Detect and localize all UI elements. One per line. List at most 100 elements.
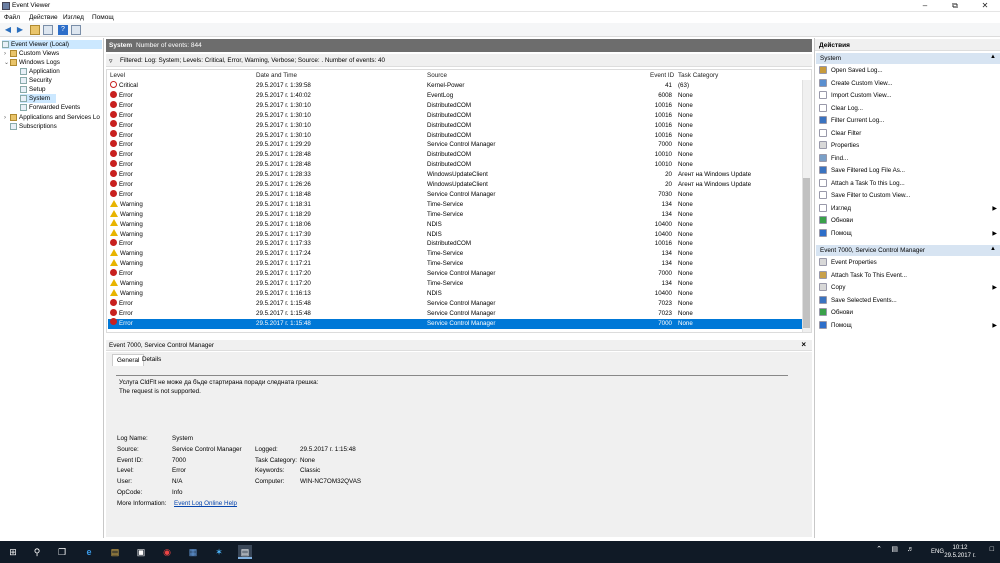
scrollbar-thumb[interactable] (803, 178, 810, 328)
action-item[interactable]: Open Saved Log... (817, 65, 999, 77)
table-row[interactable]: Warning 29.5.2017 г. 1:16:13 NDIS 10400 None (108, 288, 802, 299)
table-row[interactable]: Error 29.5.2017 г. 1:17:20 Service Control… (108, 268, 802, 279)
action-item[interactable]: Event Properties (817, 257, 999, 269)
action-item[interactable]: Save Selected Events... (817, 295, 999, 307)
close-detail-icon[interactable]: × (801, 340, 806, 349)
maximize-button[interactable]: ⧉ (940, 0, 970, 12)
table-row[interactable]: Error 29.5.2017 г. 1:26:26 WindowsUpdateCl… (108, 179, 802, 190)
action-item[interactable]: Save Filter to Custom View... (817, 190, 999, 202)
tab-details[interactable]: Details (138, 354, 165, 366)
table-row[interactable]: Error 29.5.2017 г. 1:40:02 EventLog 6008 Non… (108, 90, 802, 101)
table-row[interactable]: Error 29.5.2017 г. 1:30:10 DistributedCOM 1… (108, 120, 802, 131)
tree-item-system[interactable]: System (20, 94, 56, 103)
table-row[interactable]: Error 29.5.2017 г. 1:18:48 Service Control… (108, 189, 802, 200)
menu-action[interactable]: Действие (29, 14, 58, 21)
app-icon[interactable]: ▦ (186, 545, 200, 559)
help-icon[interactable]: ? (58, 25, 68, 35)
tree-item-security[interactable]: Security (20, 76, 52, 85)
app-icon[interactable]: ✶ (212, 545, 226, 559)
action-item[interactable]: Properties (817, 140, 999, 152)
action-item[interactable]: Clear Log... (817, 103, 999, 115)
action-item[interactable]: Copy ▶ (817, 282, 999, 294)
store-icon[interactable]: ▣ (134, 545, 148, 559)
table-row[interactable]: Warning 29.5.2017 г. 1:18:31 Time-Service 1… (108, 199, 802, 210)
action-item[interactable]: Clear Filter (817, 128, 999, 140)
actions-section-event[interactable]: Event 7000, Service Control Manager ▲ (816, 245, 1000, 256)
tree-item-apps-services[interactable]: › Applications and Services Lo (4, 113, 100, 122)
table-row[interactable]: Error 29.5.2017 г. 1:29:29 Service Control… (108, 140, 802, 150)
table-row[interactable]: Warning 29.5.2017 г. 1:17:21 Time-Service 1… (108, 259, 802, 269)
event-viewer-taskbar-icon[interactable]: ▤ (238, 545, 252, 559)
menu-help[interactable]: Помощ (92, 14, 114, 21)
table-row[interactable]: Error 29.5.2017 г. 1:28:48 DistributedCOM 1… (108, 150, 802, 160)
network-icon[interactable]: ▤ (891, 546, 898, 554)
minimize-button[interactable]: – (910, 0, 940, 12)
action-item[interactable]: Attach Task To This Event... (817, 270, 999, 282)
table-row[interactable]: Warning 29.5.2017 г. 1:17:39 NDIS 10400 None (108, 229, 802, 240)
table-row[interactable]: Error 29.5.2017 г. 1:28:48 DistributedCOM 1… (108, 160, 802, 170)
table-row[interactable]: Error 29.5.2017 г. 1:28:33 WindowsUpdateCl… (108, 169, 802, 180)
action-item[interactable]: Помощ ▶ (817, 320, 999, 332)
table-row[interactable]: Critical 29.5.2017 г. 1:39:58 Kernel-Power… (108, 80, 802, 91)
column-header-source[interactable]: Source (427, 72, 447, 79)
action-item[interactable]: Помощ ▶ (817, 228, 999, 240)
back-arrow-icon[interactable]: ◀ (3, 25, 13, 35)
forward-arrow-icon[interactable]: ▶ (15, 25, 25, 35)
volume-icon[interactable]: ♬ (907, 546, 914, 554)
file-explorer-icon[interactable]: ▤ (108, 545, 122, 559)
action-item[interactable]: Изглед ▶ (817, 203, 999, 215)
table-row[interactable]: Error 29.5.2017 г. 1:30:10 DistributedCOM 1… (108, 130, 802, 141)
action-item[interactable]: Обнови (817, 215, 999, 227)
action-item[interactable]: Filter Current Log... (817, 115, 999, 127)
table-row[interactable]: Error 29.5.2017 г. 1:30:10 DistributedCOM 1… (108, 110, 802, 121)
action-item[interactable]: Attach a Task To this Log... (817, 178, 999, 190)
actions-section-system[interactable]: System ▲ (816, 53, 1000, 64)
table-row[interactable]: Warning 29.5.2017 г. 1:18:29 Time-Service 1… (108, 209, 802, 220)
clock[interactable]: 10:12 29.5.2017 г. (940, 544, 980, 560)
action-item[interactable]: Import Custom View... (817, 90, 999, 102)
search-icon[interactable]: ⚲ (30, 545, 44, 559)
collapse-icon[interactable]: ▲ (990, 54, 996, 60)
action-item[interactable]: Обнови (817, 307, 999, 319)
cell-event-id: 134 (661, 250, 672, 258)
table-row[interactable]: Error 29.5.2017 г. 1:15:48 Service Control… (108, 318, 802, 329)
start-windows-icon[interactable]: ⊞ (6, 545, 20, 559)
menu-file[interactable]: Файл (4, 14, 20, 21)
folder-icon[interactable] (30, 25, 40, 35)
table-row[interactable]: Warning 29.5.2017 г. 1:17:20 Time-Service 1… (108, 278, 802, 289)
action-item[interactable]: Save Filtered Log File As... (817, 165, 999, 177)
tree-item-setup[interactable]: Setup (20, 85, 45, 94)
table-row[interactable]: Error 29.5.2017 г. 1:15:48 Service Control… (108, 308, 802, 319)
table-row[interactable]: Error 29.5.2017 г. 1:17:33 DistributedCOM 1… (108, 239, 802, 249)
task-view-icon[interactable]: ❐ (55, 545, 69, 559)
action-pane-icon[interactable] (71, 25, 81, 35)
event-log-help-link[interactable]: Event Log Online Help (174, 500, 237, 507)
notifications-icon[interactable]: □ (990, 546, 994, 554)
console-tree-icon[interactable] (43, 25, 53, 35)
table-row[interactable]: Warning 29.5.2017 г. 1:18:06 NDIS 10400 None (108, 219, 802, 230)
table-row[interactable]: Error 29.5.2017 г. 1:15:48 Service Control… (108, 298, 802, 309)
chrome-icon[interactable]: ◉ (160, 545, 174, 559)
table-scrollbar[interactable] (802, 80, 811, 332)
tree-root[interactable]: Event Viewer (Local) (2, 40, 102, 49)
action-item[interactable]: Find... (817, 153, 999, 165)
column-header-task-category[interactable]: Task Category (678, 72, 718, 79)
column-header-event-id[interactable]: Event ID (650, 72, 674, 79)
cell-level: Error (110, 120, 133, 131)
collapse-icon[interactable]: ▲ (990, 246, 996, 252)
tree-item-subscriptions[interactable]: Subscriptions (10, 122, 57, 131)
close-button[interactable]: ✕ (970, 0, 1000, 12)
action-item[interactable]: Create Custom View... (817, 78, 999, 90)
column-header-level[interactable]: Level (110, 72, 125, 79)
cell-event-id: 10016 (654, 121, 672, 129)
tree-item-windows-logs[interactable]: ⌄ Windows Logs (4, 58, 60, 67)
table-row[interactable]: Warning 29.5.2017 г. 1:17:24 Time-Service 1… (108, 249, 802, 259)
tree-item-custom-views[interactable]: › Custom Views (4, 49, 59, 58)
tree-item-forwarded-events[interactable]: Forwarded Events (20, 103, 80, 112)
chevron-up-icon[interactable]: ⌃ (876, 546, 882, 554)
column-header-datetime[interactable]: Date and Time (256, 72, 297, 79)
table-row[interactable]: Error 29.5.2017 г. 1:30:10 DistributedCOM 1… (108, 100, 802, 111)
tree-item-application[interactable]: Application (20, 67, 60, 76)
edge-icon[interactable]: e (82, 545, 96, 559)
menu-view[interactable]: Изглед (63, 14, 84, 21)
